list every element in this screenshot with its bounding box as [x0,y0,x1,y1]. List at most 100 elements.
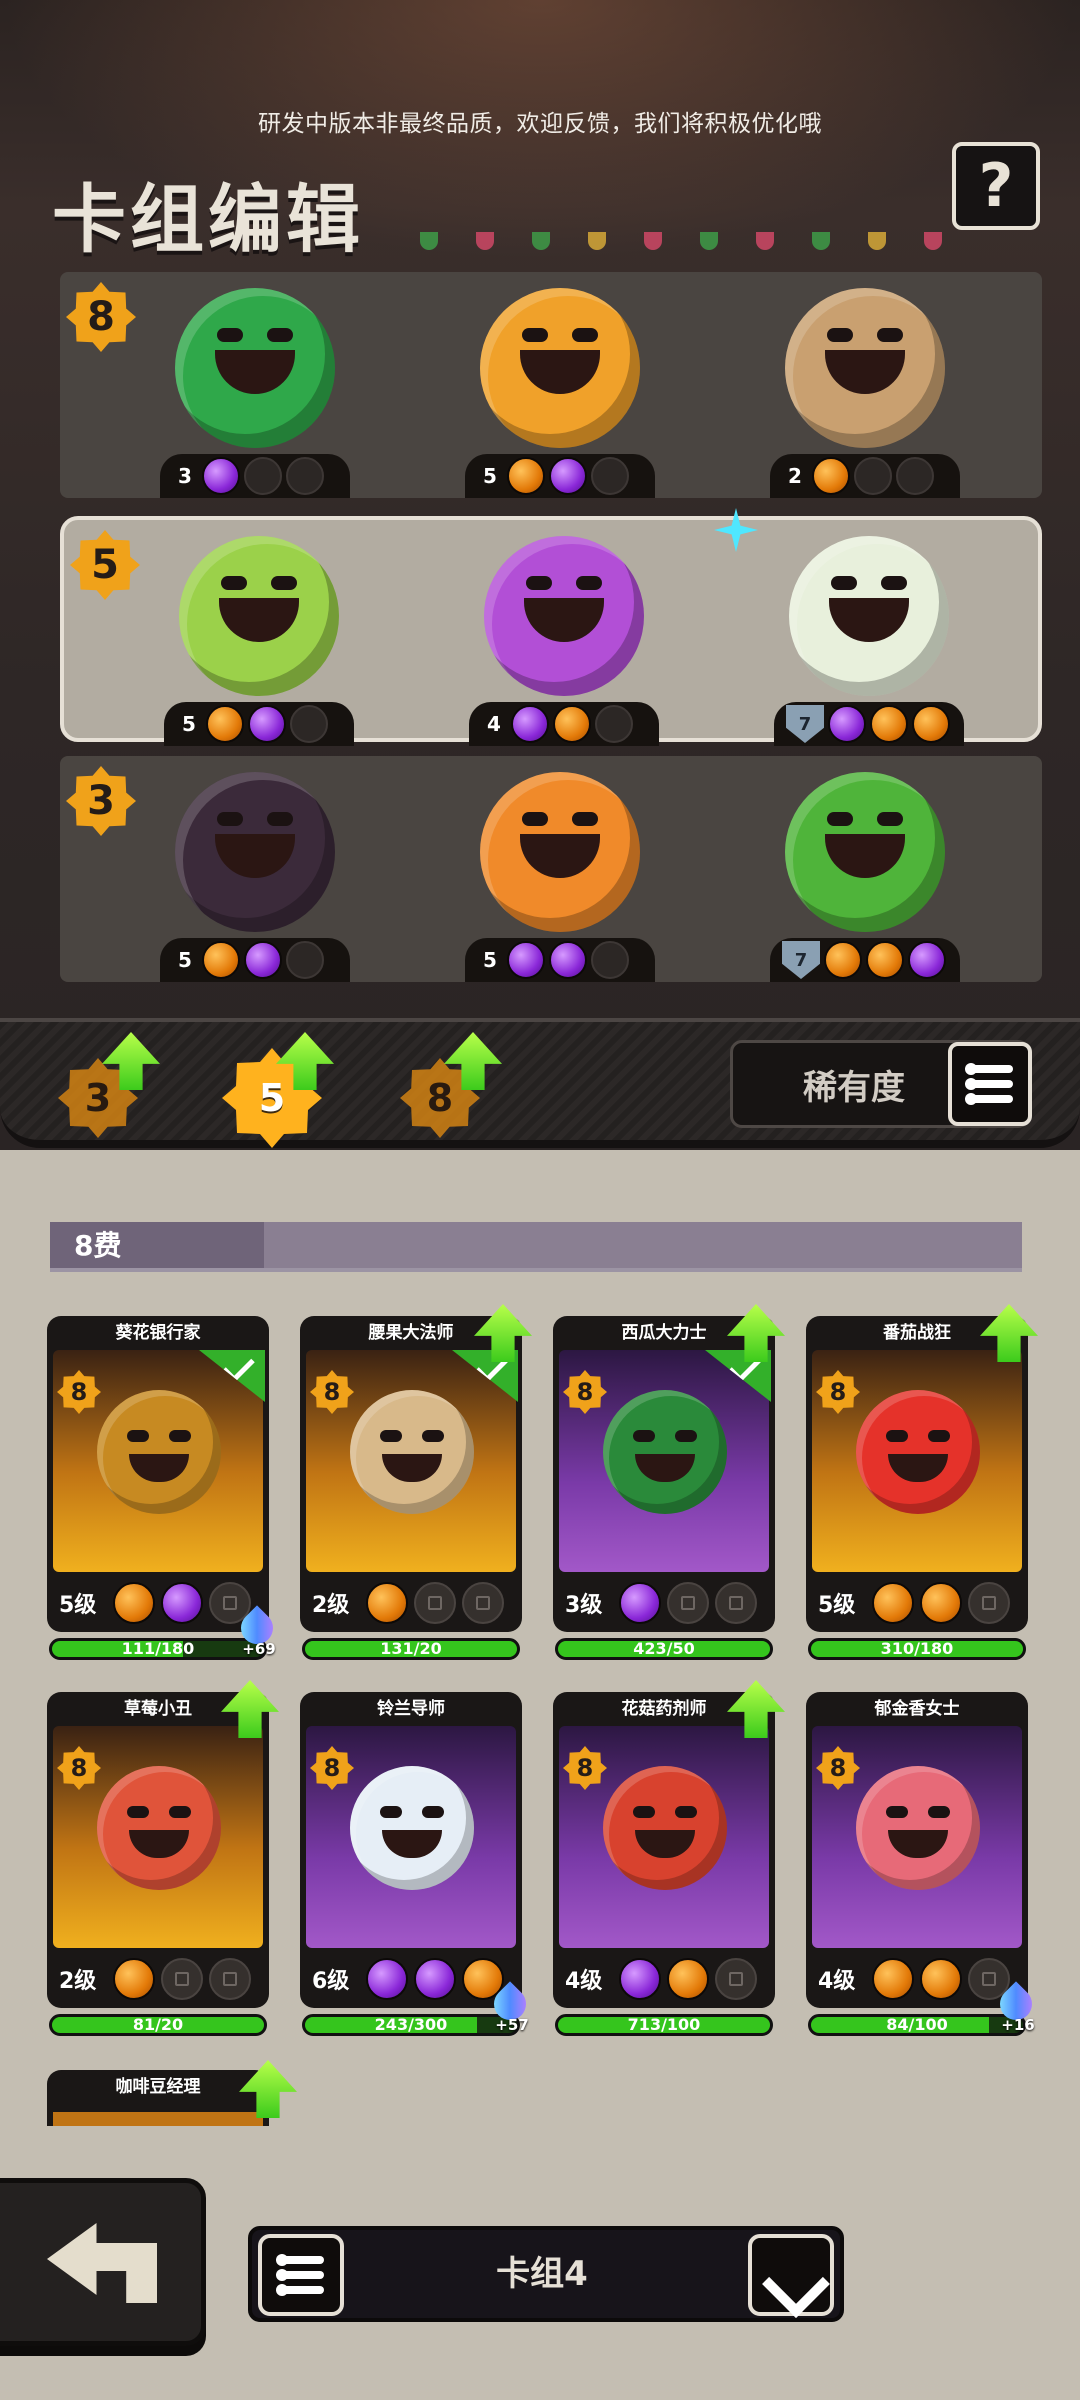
shard-drop-icon: +16 [993,1981,1039,2034]
level-shield-icon: 7 [782,941,820,979]
orange-gem-icon [553,705,591,743]
card-name: 郁金香女士 [874,1699,960,1719]
deck-list-icon[interactable] [258,2234,344,2316]
card-frame: 西瓜大力士 8 3级 [553,1316,775,1632]
deck-slot[interactable]: 5 [105,756,405,982]
deck-name[interactable]: 卡组4 [352,2230,732,2318]
cost-filter-5[interactable]: 5 [222,1032,334,1148]
shard-drop-icon: +57 [487,1981,533,2034]
empty-gem-icon [595,705,633,743]
card-level: 3级 [565,1593,603,1618]
card-progress-text: 131/20 [380,1639,442,1658]
card-level-bar: 5级 [806,1574,1028,1632]
card-frame: 花菇药剂师 8 4级 [553,1692,775,2008]
sort-list-icon[interactable] [948,1042,1032,1126]
hero-card[interactable]: 郁金香女士 8 4级 84/100 +16 [806,1692,1039,2036]
deck-slot[interactable]: 5 [410,272,710,498]
deck-slot[interactable]: 4 [414,520,714,746]
lock-icon [715,1958,757,2000]
deck-slot[interactable]: 7 [719,520,1019,746]
purple-gem-icon [619,1958,661,2000]
help-button[interactable]: ? [952,142,1040,230]
hero-card[interactable]: 花菇药剂师 8 4级 713/100 [553,1680,785,2036]
hero-face [350,1766,474,1890]
card-coffee-bean-manager[interactable]: 咖啡豆经理 [47,2060,297,2126]
purple-gem-icon [828,705,866,743]
shard-drop-icon: +69 [234,1605,280,1658]
orange-gem-icon [812,457,850,495]
cost-filter-value: 3 [84,1076,112,1120]
chevron-down-icon[interactable] [748,2234,834,2316]
lock-icon [968,1582,1010,1624]
card-progress-text: 243/300 [374,2015,448,2034]
card-progress-text: 81/20 [132,2015,184,2034]
lock-icon [161,1958,203,2000]
orange-gem-icon [866,941,904,979]
slot-level: 5 [483,464,497,488]
card-progress-bar: 423/50 [555,1638,773,1660]
empty-gem-icon [896,457,934,495]
orange-gem-icon [872,1582,914,1624]
section-title: 8费 [74,1229,122,1262]
deck-selector: 卡组4 [248,2226,844,2322]
character-portrait [175,772,335,932]
hero-card[interactable]: 西瓜大力士 8 3级 423/50 [553,1304,785,1660]
deck-slot[interactable]: 7 [715,756,1015,982]
slot-level: 4 [487,712,501,736]
orange-gem-icon [113,1582,155,1624]
hero-card[interactable]: 草莓小丑 8 2级 81/20 [47,1680,279,2036]
orange-gem-icon [870,705,908,743]
character-portrait [785,772,945,932]
deck-slot[interactable]: 5 [109,520,409,746]
slot-gem-bar: 4 [469,702,659,746]
hero-face [97,1390,221,1514]
empty-gem-icon [286,457,324,495]
card-level: 5级 [59,1593,97,1618]
level-shield-icon: 7 [786,705,824,743]
character-portrait [179,536,339,696]
card-level: 2级 [312,1593,350,1618]
card-level: 4级 [565,1969,603,1994]
cost-filter-3[interactable]: 3 [58,1032,160,1138]
purple-gem-icon [244,941,282,979]
purple-gem-icon [202,457,240,495]
card-frame: 番茄战狂 8 5级 [806,1316,1028,1632]
card-name: 铃兰导师 [377,1699,445,1719]
hero-card[interactable]: 葵花银行家 8 5级 111/180 +69 [47,1316,280,1660]
hero-card[interactable]: 腰果大法师 8 2级 131/20 [300,1304,532,1660]
slot-level: 5 [483,948,497,972]
card-cost-badge: 8 [57,1370,101,1414]
card-frame: 腰果大法师 8 2级 [300,1316,522,1632]
hero-card[interactable]: 番茄战狂 8 5级 310/180 [806,1304,1038,1660]
deck-row-cost-3: 3557 [60,756,1042,982]
orange-gem-icon [507,457,545,495]
orange-gem-icon [206,705,244,743]
slot-level: 3 [178,464,192,488]
deck-slot[interactable]: 2 [715,272,1015,498]
purple-gem-icon [248,705,286,743]
card-name: 葵花银行家 [115,1323,201,1343]
card-progress-text: 423/50 [633,1639,695,1658]
orange-gem-icon [366,1582,408,1624]
lock-icon [414,1582,456,1624]
card-level: 4级 [818,1969,856,1994]
hero-card[interactable]: 铃兰导师 8 6级 243/300 +57 [300,1692,533,2036]
lock-icon [715,1582,757,1624]
hero-face [856,1766,980,1890]
back-arrow-icon [47,2223,157,2303]
orange-gem-icon [920,1582,962,1624]
deck-slot[interactable]: 3 [105,272,405,498]
card-level-bar: 2级 [300,1574,522,1632]
slot-gem-bar: 7 [770,938,960,982]
deck-row-cost-5: 5547 [60,516,1042,746]
purple-gem-icon [549,457,587,495]
deck-row-cost-8: 8352 [60,272,1042,498]
orange-gem-icon [912,705,950,743]
cost-filter-8[interactable]: 8 [400,1032,502,1138]
card-cost-badge: 8 [563,1370,607,1414]
card-progress-text: 713/100 [627,2015,701,2034]
lock-icon [667,1582,709,1624]
deck-slot[interactable]: 5 [410,756,710,982]
back-button[interactable] [0,2178,206,2346]
card-name: 咖啡豆经理 [115,2077,201,2097]
